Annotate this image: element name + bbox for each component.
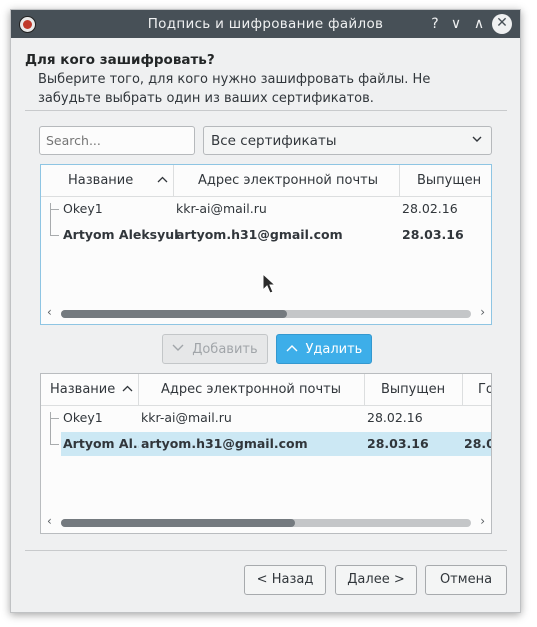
scroll-right-icon[interactable]: › <box>480 514 485 528</box>
cell-issued: 28.02.16 <box>367 410 423 425</box>
minimize-icon[interactable]: ∨ <box>446 14 466 34</box>
table-header: Название Адрес электронной почты Выпущен <box>41 165 491 197</box>
column-header-email[interactable]: Адрес электронной почты <box>174 165 400 196</box>
add-button-label: Добавить <box>192 342 258 357</box>
column-header-name[interactable]: Название <box>41 374 139 405</box>
column-label: Адрес электронной почты <box>198 173 378 188</box>
scroll-left-icon[interactable]: ‹ <box>47 514 52 528</box>
column-header-valid[interactable]: Го <box>463 374 491 405</box>
cell-issued: 28.03.16 <box>367 436 429 451</box>
tree-branch <box>50 209 59 210</box>
column-label: Выпущен <box>417 173 482 188</box>
add-button[interactable]: Добавить <box>162 334 268 364</box>
recipients-table[interactable]: Название Адрес электронной почты Выпущен… <box>40 373 492 534</box>
tree-branch <box>50 444 59 445</box>
column-label: Название <box>50 382 116 397</box>
cell-name: Artyom Aleksyuk <box>63 227 178 242</box>
filter-selected-value: Все сертификаты <box>211 133 337 149</box>
column-label: Выпущен <box>381 382 446 397</box>
column-header-name[interactable]: Название <box>41 165 174 196</box>
scroll-thumb[interactable] <box>61 519 295 527</box>
cell-email: artyom.h31@gmail.com <box>141 436 308 451</box>
title-bar[interactable]: Подпись и шифрование файлов ? ∨ ∧ ✕ <box>11 10 520 38</box>
tree-branch <box>50 418 59 419</box>
cell-valid: 28.0 <box>464 436 492 451</box>
column-label: Адрес электронной почты <box>161 382 341 397</box>
remove-button-label: Удалить <box>305 342 363 357</box>
certificate-filter-select[interactable]: Все сертификаты <box>203 126 492 155</box>
horizontal-scrollbar[interactable]: ‹ › <box>41 302 491 324</box>
cell-issued: 28.02.16 <box>402 201 458 216</box>
table-row-selected[interactable]: Artyom Al... artyom.h31@gmail.com 28.03.… <box>41 432 491 456</box>
cell-email: kkr-ai@mail.ru <box>176 201 267 216</box>
column-header-issued[interactable]: Выпущен <box>365 374 463 405</box>
dialog-window: Подпись и шифрование файлов ? ∨ ∧ ✕ Для … <box>10 9 521 613</box>
maximize-icon[interactable]: ∧ <box>469 14 489 34</box>
scroll-right-icon[interactable]: › <box>480 305 485 319</box>
cancel-button[interactable]: Отмена <box>425 565 507 595</box>
remove-button[interactable]: Удалить <box>276 334 372 364</box>
column-header-email[interactable]: Адрес электронной почты <box>139 374 365 405</box>
column-label: Название <box>68 173 134 188</box>
next-button[interactable]: Далее > <box>335 565 417 595</box>
chevron-down-icon <box>471 132 483 150</box>
cell-issued: 28.03.16 <box>402 227 464 242</box>
search-input[interactable] <box>39 126 195 155</box>
back-button[interactable]: < Назад <box>244 565 326 595</box>
cell-name: Okey1 <box>63 410 103 425</box>
scroll-left-icon[interactable]: ‹ <box>47 305 52 319</box>
column-header-issued[interactable]: Выпущен <box>400 165 491 196</box>
cell-name: Artyom Al... <box>63 436 139 451</box>
horizontal-scrollbar[interactable]: ‹ › <box>41 511 491 533</box>
cell-name: Okey1 <box>63 201 103 216</box>
page-heading: Для кого зашифровать? <box>25 52 215 68</box>
chevron-up-icon <box>286 342 302 356</box>
table-header: Название Адрес электронной почты Выпущен… <box>41 374 491 406</box>
scroll-thumb[interactable] <box>61 310 287 318</box>
cell-email: artyom.h31@gmail.com <box>176 227 343 242</box>
chevron-down-icon <box>172 342 188 356</box>
mouse-cursor-icon <box>262 273 277 294</box>
tree-branch <box>50 235 59 236</box>
divider <box>25 110 507 111</box>
help-icon[interactable]: ? <box>425 14 445 34</box>
table-row[interactable]: Okey1 kkr-ai@mail.ru 28.02.16 <box>41 197 491 221</box>
page-description: Выберите того, для кого нужно зашифроват… <box>38 72 431 106</box>
available-certificates-table[interactable]: Название Адрес электронной почты Выпущен… <box>40 164 492 325</box>
close-icon[interactable]: ✕ <box>492 14 512 34</box>
column-label: Го <box>478 382 491 397</box>
cell-email: kkr-ai@mail.ru <box>141 410 232 425</box>
table-row[interactable]: Okey1 kkr-ai@mail.ru 28.02.16 <box>41 406 491 430</box>
table-row[interactable]: Artyom Aleksyuk artyom.h31@gmail.com 28.… <box>41 223 491 247</box>
divider <box>25 550 507 551</box>
